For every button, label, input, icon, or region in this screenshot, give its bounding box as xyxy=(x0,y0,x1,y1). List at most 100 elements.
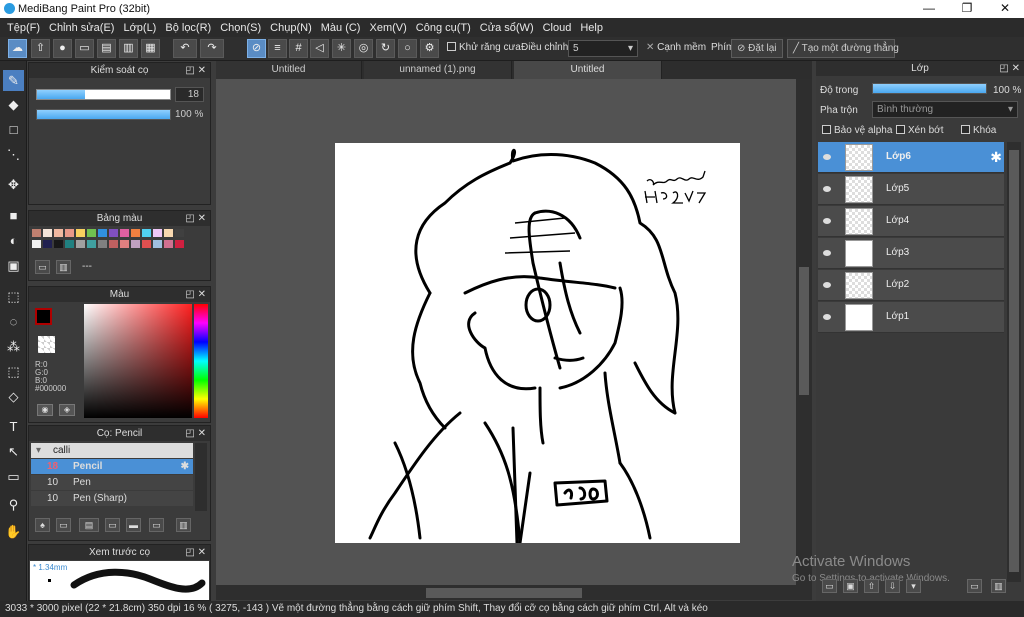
adjust-select[interactable]: 5 ▾ xyxy=(568,40,638,57)
palette-swatch[interactable] xyxy=(153,240,162,248)
add-color-icon[interactable]: ▭ xyxy=(35,260,50,274)
layer-copy-icon[interactable]: ▭ xyxy=(967,579,982,593)
delete-brush-icon[interactable]: ▥ xyxy=(176,518,191,532)
layer-row-3[interactable]: Lớp3 xyxy=(818,238,1004,269)
redo-icon[interactable]: ↷ xyxy=(200,39,224,58)
layer-row-1[interactable]: Lớp1 xyxy=(818,302,1004,333)
parallel-snap-icon[interactable]: ≡ xyxy=(268,39,287,58)
palette-swatch[interactable] xyxy=(142,229,151,237)
fill-rect-tool-icon[interactable]: ■ xyxy=(3,205,24,226)
eraser-tool-icon[interactable]: ◆ xyxy=(3,94,24,115)
vanishing-snap-icon[interactable]: ◁ xyxy=(310,39,329,58)
palette-swatch[interactable] xyxy=(109,229,118,237)
brush-group[interactable]: ▾ calli xyxy=(31,443,193,458)
layer-scroll-thumb[interactable] xyxy=(1009,150,1019,572)
palette-swatch[interactable] xyxy=(76,229,85,237)
layer-menu-icon[interactable]: ▾ xyxy=(906,579,921,593)
horizontal-scrollbar[interactable] xyxy=(216,585,812,600)
antialias-checkbox[interactable]: Khử răng cưa xyxy=(447,42,521,53)
protect-alpha-checkbox[interactable]: Bảo vệ alpha xyxy=(822,125,892,136)
layer-row-4[interactable]: Lớp4 xyxy=(818,206,1004,237)
palette-swatch[interactable] xyxy=(65,240,74,248)
panel-close-icon[interactable]: ◰ ✕ xyxy=(185,63,206,78)
bucket-tool-icon[interactable]: ◐ xyxy=(3,230,24,251)
palette-swatch[interactable] xyxy=(109,240,118,248)
radial-snap-icon[interactable]: ✳ xyxy=(332,39,351,58)
gear-icon[interactable]: ✱ xyxy=(181,459,189,474)
brush-folder-icon[interactable]: ▬ xyxy=(126,518,141,532)
new-brush-icon[interactable]: ▭ xyxy=(56,518,71,532)
cloud-icon[interactable]: ☁ xyxy=(8,39,27,58)
layer-row-2[interactable]: Lớp2 xyxy=(818,270,1004,301)
brush-item-pen-sharp[interactable]: 10 Pen (Sharp) xyxy=(31,491,193,506)
visibility-icon[interactable] xyxy=(823,282,831,288)
drawing-canvas[interactable] xyxy=(335,143,740,543)
magic-wand-icon[interactable]: ⁂ xyxy=(3,336,24,357)
palette-swatch[interactable] xyxy=(65,229,74,237)
palette-swatch[interactable] xyxy=(76,240,85,248)
palette-swatch[interactable] xyxy=(87,240,96,248)
cross-snap-icon[interactable]: # xyxy=(289,39,308,58)
horizontal-scroll-thumb[interactable] xyxy=(426,588,582,598)
menu-view[interactable]: Xem(V) xyxy=(369,22,406,34)
page-list-icon[interactable]: ▥ xyxy=(119,39,138,58)
reset-button[interactable]: ⊘ Đặt lại xyxy=(731,39,783,58)
color-mix-icon[interactable]: ◈ xyxy=(59,404,75,416)
tab-untitled-2[interactable]: Untitled xyxy=(514,61,662,79)
palette-swatch[interactable] xyxy=(120,240,129,248)
palette-swatch[interactable] xyxy=(98,240,107,248)
palette-swatch[interactable] xyxy=(142,240,151,248)
maximize-button[interactable]: ❐ xyxy=(952,1,982,17)
menu-help[interactable]: Help xyxy=(580,22,603,34)
brush-tool-icon[interactable]: ✎ xyxy=(3,70,24,91)
lock-checkbox[interactable]: Khóa xyxy=(961,125,996,136)
layer-opacity-slider[interactable] xyxy=(872,83,987,94)
palette-swatch[interactable] xyxy=(43,229,52,237)
tab-untitled-1[interactable]: Untitled xyxy=(216,61,362,79)
primary-color-swatch[interactable] xyxy=(35,308,52,325)
message-icon[interactable]: ▭ xyxy=(75,39,94,58)
menu-file[interactable]: Tệp(F) xyxy=(7,22,40,34)
gradient-tool-icon[interactable]: ▣ xyxy=(3,255,24,276)
new-layer-icon[interactable]: ▭ xyxy=(822,579,837,593)
menu-window[interactable]: Cửa sổ(W) xyxy=(480,22,534,34)
circle-snap-icon[interactable]: ◎ xyxy=(354,39,373,58)
palette-swatch[interactable] xyxy=(153,229,162,237)
add-brush-icon[interactable]: ♠ xyxy=(35,518,50,532)
layer-row-5[interactable]: Lớp5 xyxy=(818,174,1004,205)
close-button[interactable]: ✕ xyxy=(990,1,1020,17)
snap-settings-icon[interactable]: ⚙ xyxy=(420,39,439,58)
ellipse-snap-icon[interactable]: ○ xyxy=(398,39,417,58)
text-tool-icon[interactable]: T xyxy=(3,416,24,437)
dot-tool-icon[interactable]: ⋱ xyxy=(3,144,24,165)
palette-swatch[interactable] xyxy=(164,240,173,248)
gear-icon[interactable]: ✱ xyxy=(990,149,1002,166)
menu-layer[interactable]: Lớp(L) xyxy=(123,22,156,34)
merge-layer-icon[interactable]: ⇩ xyxy=(885,579,900,593)
tab-unnamed[interactable]: unnamed (1).png xyxy=(364,61,512,79)
grid-icon[interactable]: ▦ xyxy=(141,39,160,58)
layer-scrollbar[interactable] xyxy=(1007,142,1021,582)
brush-list-scrollbar[interactable] xyxy=(195,443,207,511)
palette-swatch[interactable] xyxy=(32,229,41,237)
palette-swatch[interactable] xyxy=(120,229,129,237)
palette-swatch[interactable] xyxy=(87,229,96,237)
brush-opacity-slider[interactable] xyxy=(36,109,171,120)
comment-icon[interactable]: ● xyxy=(53,39,72,58)
palette-swatch[interactable] xyxy=(175,240,184,248)
eyedropper-icon[interactable]: ⚲ xyxy=(3,494,24,515)
panel-close-icon[interactable]: ◰ ✕ xyxy=(999,61,1020,76)
brush-item-pen[interactable]: 10 Pen xyxy=(31,475,193,490)
brush-size-slider[interactable] xyxy=(36,89,171,100)
new-halftone-layer-icon[interactable]: ▣ xyxy=(843,579,858,593)
divide-tool-icon[interactable]: ▭ xyxy=(3,466,24,487)
operation-tool-icon[interactable]: ↖ xyxy=(3,441,24,462)
hand-tool-icon[interactable]: ✋ xyxy=(3,521,24,542)
document-icon[interactable]: ▤ xyxy=(97,39,116,58)
menu-filter[interactable]: Bộ lọc(R) xyxy=(165,22,211,34)
panel-close-icon[interactable]: ◰ ✕ xyxy=(185,426,206,441)
snap-off-icon[interactable]: ⊘ xyxy=(247,39,266,58)
select-eraser-icon[interactable]: ◇ xyxy=(3,386,24,407)
palette-swatch[interactable] xyxy=(131,240,140,248)
hue-slider[interactable] xyxy=(194,304,208,418)
